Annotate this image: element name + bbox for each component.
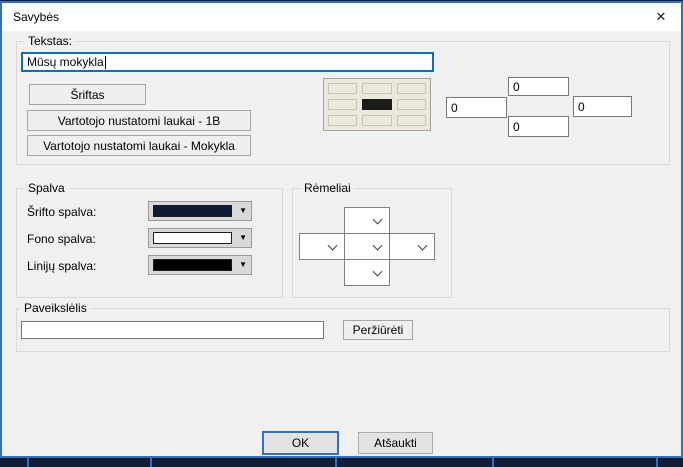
image-path-input[interactable]: [21, 321, 324, 339]
tekstas-group-label: Tekstas:: [24, 34, 76, 48]
grid-tick: [150, 458, 152, 467]
margin-left-input[interactable]: [446, 97, 507, 118]
preview-cell: [328, 115, 357, 126]
font-button[interactable]: Šriftas: [29, 84, 146, 105]
grid-tick: [335, 458, 337, 467]
line-color-dropdown[interactable]: ▼: [148, 255, 252, 275]
close-button[interactable]: ✕: [641, 3, 681, 31]
background-color-label: Fono spalva:: [27, 229, 96, 249]
border-middle-select[interactable]: [344, 233, 390, 260]
preview-cell: [397, 99, 426, 110]
margin-bottom-input[interactable]: [508, 116, 569, 137]
custom-fields-mokykla-button[interactable]: Vartotojo nustatomi laukai - Mokykla: [27, 135, 251, 156]
chevron-down-icon: [418, 240, 428, 250]
border-bottom-select[interactable]: [344, 259, 390, 286]
line-color-swatch: [153, 259, 232, 271]
background-color-swatch: [153, 232, 232, 244]
chevron-down-icon: [373, 214, 383, 224]
cell-position-preview: [323, 78, 431, 131]
dropdown-arrow-icon: ▼: [232, 205, 247, 217]
title-bar[interactable]: Savybės: [2, 3, 681, 31]
dropdown-arrow-icon: ▼: [232, 259, 247, 271]
font-color-dropdown[interactable]: ▼: [148, 201, 252, 221]
preview-cell: [397, 83, 426, 94]
paveikslelis-group-label: Paveikslėlis: [20, 301, 91, 315]
preview-cell: [328, 83, 357, 94]
remeliai-group-label: Rėmeliai: [300, 181, 355, 195]
grid-tick: [492, 458, 494, 467]
chevron-down-icon: [328, 240, 338, 250]
border-left-select[interactable]: [299, 233, 345, 260]
preview-cell: [397, 115, 426, 126]
border-right-select[interactable]: [389, 233, 435, 260]
tekstas-input-value: Mūsų mokykla: [27, 55, 104, 69]
custom-fields-mokykla-label: Vartotojo nustatomi laukai - Mokykla: [43, 139, 235, 153]
preview-cell: [362, 83, 391, 94]
browse-button[interactable]: Peržiūrėti: [343, 320, 413, 340]
margin-top-input[interactable]: [508, 77, 569, 96]
grid-tick: [656, 458, 658, 467]
grid-tick: [27, 458, 29, 467]
preview-cell-selected: [362, 99, 391, 110]
properties-dialog: Savybės ✕ Tekstas: Mūsų mokykla Šriftas …: [0, 0, 683, 467]
border-top-select[interactable]: [344, 207, 390, 234]
chevron-down-icon: [373, 266, 383, 276]
font-button-label: Šriftas: [70, 88, 104, 102]
preview-cell: [362, 115, 391, 126]
tekstas-input[interactable]: Mūsų mokykla: [21, 52, 434, 72]
custom-fields-1b-label: Vartotojo nustatomi laukai - 1B: [58, 114, 221, 128]
font-color-swatch: [153, 205, 232, 217]
cancel-button-label: Atšaukti: [374, 436, 417, 450]
custom-fields-1b-button[interactable]: Vartotojo nustatomi laukai - 1B: [27, 110, 251, 131]
line-color-label: Linijų spalva:: [27, 256, 96, 276]
margin-right-input[interactable]: [573, 96, 632, 117]
background-app-strip: [0, 458, 683, 467]
dropdown-arrow-icon: ▼: [232, 232, 247, 244]
cancel-button[interactable]: Atšaukti: [358, 432, 433, 454]
dialog-title: Savybės: [13, 3, 59, 31]
background-color-dropdown[interactable]: ▼: [148, 228, 252, 248]
text-cursor: [105, 56, 106, 69]
ok-button[interactable]: OK: [262, 431, 339, 455]
close-icon: ✕: [656, 9, 667, 25]
chevron-down-icon: [373, 240, 383, 250]
browse-button-label: Peržiūrėti: [353, 323, 404, 337]
preview-cell: [328, 99, 357, 110]
ok-button-label: OK: [292, 436, 309, 450]
font-color-label: Šrifto spalva:: [27, 202, 96, 222]
spalva-group-label: Spalva: [24, 181, 69, 195]
